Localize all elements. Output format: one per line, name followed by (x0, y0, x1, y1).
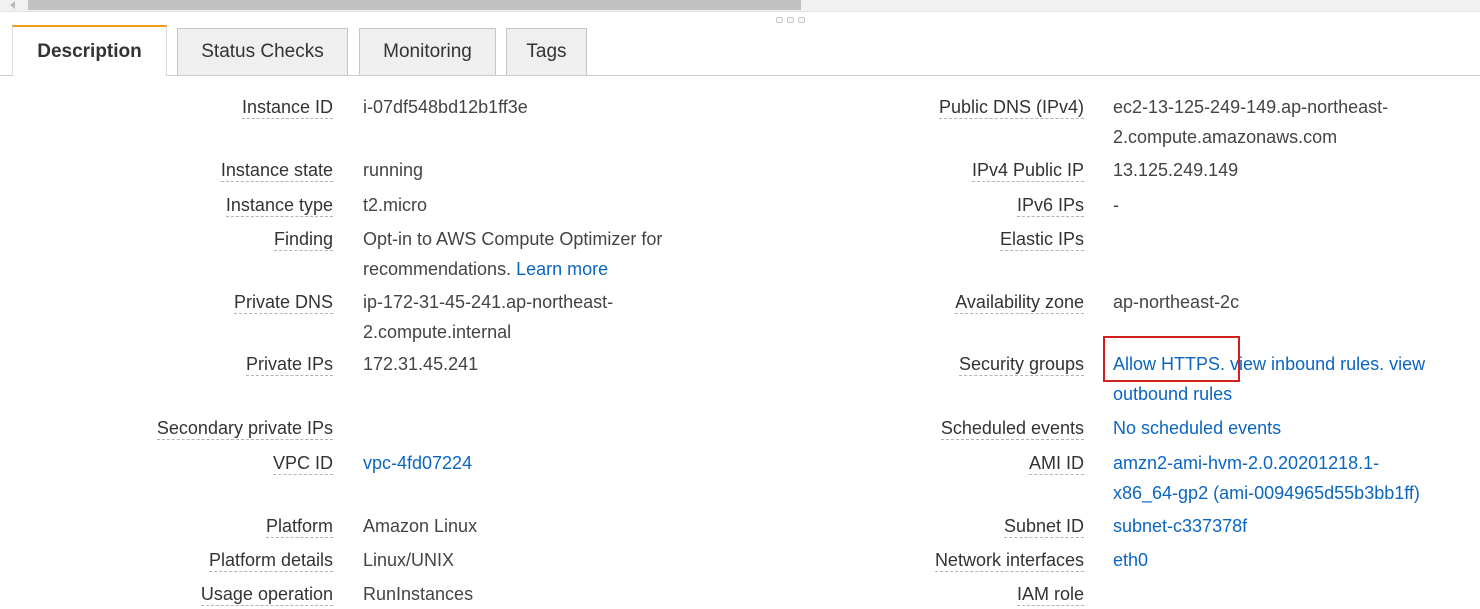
public-dns-line2: 2.compute.amazonaws.com (1113, 127, 1338, 147)
private-ips-label: Private IPs (245, 354, 333, 376)
grip-dot (798, 17, 805, 23)
vpc-id-link[interactable]: vpc-4fd07224 (363, 453, 472, 473)
instance-id-value: i-07df548bd12b1ff3e (363, 97, 528, 117)
availability-zone-value: ap-northeast-2c (1113, 292, 1240, 312)
vpc-id-label: VPC ID (272, 453, 333, 475)
ami-id-value: amzn2-ami-hvm-2.0.20201218.1- x86_64-gp2… (1113, 448, 1420, 508)
scroll-left-arrow-icon[interactable] (10, 1, 15, 9)
finding-label: Finding (273, 229, 333, 251)
ipv6-ips-value: - (1113, 195, 1119, 215)
network-interfaces-value: eth0 (1113, 545, 1148, 575)
instance-state-value: running (363, 160, 424, 180)
scheduled-events-value: No scheduled events (1113, 413, 1281, 443)
horizontal-scrollbar[interactable] (0, 0, 1480, 12)
security-group-link[interactable]: Allow HTTPS. (1113, 354, 1225, 374)
usage-operation-value: RunInstances (363, 584, 474, 604)
ami-id-link-line2[interactable]: x86_64-gp2 (ami-0094965d55b3bb1ff) (1113, 478, 1420, 508)
tab-status-checks[interactable]: Status Checks (177, 28, 348, 75)
instance-type-label: Instance type (225, 195, 333, 217)
elastic-ips-label: Elastic IPs (999, 229, 1084, 251)
tabs-divider (0, 75, 1480, 76)
security-groups-label: Security groups (958, 354, 1084, 376)
security-groups-line2: outbound rules (1113, 379, 1425, 409)
view-inbound-rules-link[interactable]: view inbound rules. (1230, 354, 1384, 374)
usage-operation-label: Usage operation (200, 584, 333, 606)
subnet-id-value: subnet-c337378f (1113, 511, 1247, 541)
ipv6-ips-label: IPv6 IPs (1016, 195, 1084, 217)
finding-text: Opt-in to AWS Compute Optimizer for reco… (363, 229, 663, 279)
security-groups-line1: Allow HTTPS. view inbound rules. view (1113, 349, 1425, 379)
ami-id-link-line1[interactable]: amzn2-ami-hvm-2.0.20201218.1- (1113, 448, 1420, 478)
private-dns-label: Private DNS (233, 292, 333, 314)
private-dns-value: ip-172-31-45-241.ap-northeast- 2.compute… (363, 287, 613, 347)
secondary-private-ips-label: Secondary private IPs (156, 418, 333, 440)
public-dns-value: ec2-13-125-249-149.ap-northeast- 2.compu… (1113, 92, 1388, 152)
view-outbound-rules-link-start[interactable]: view (1389, 354, 1425, 374)
learn-more-link[interactable]: Learn more (516, 259, 608, 279)
resize-grip-icon[interactable] (776, 17, 805, 23)
platform-label: Platform (265, 516, 333, 538)
scrollbar-thumb[interactable] (28, 0, 801, 10)
private-dns-line2: 2.compute.internal (363, 322, 512, 342)
view-outbound-rules-link[interactable]: outbound rules (1113, 384, 1232, 404)
ipv4-public-ip-value: 13.125.249.149 (1113, 160, 1239, 180)
grip-dot (776, 17, 783, 23)
instance-type-value: t2.micro (363, 195, 428, 215)
security-groups-value: Allow HTTPS. view inbound rules. view ou… (1113, 349, 1425, 409)
ipv4-public-ip-label: IPv4 Public IP (971, 160, 1084, 182)
vpc-id-value: vpc-4fd07224 (363, 448, 472, 478)
tab-tags[interactable]: Tags (506, 28, 587, 75)
platform-details-label: Platform details (208, 550, 333, 572)
instance-id-label: Instance ID (241, 97, 333, 119)
detail-tabs: Description Status Checks Monitoring Tag… (0, 25, 1480, 76)
instance-state-label: Instance state (220, 160, 333, 182)
iam-role-label: IAM role (1016, 584, 1084, 606)
scheduled-events-label: Scheduled events (940, 418, 1084, 440)
private-dns-line1: ip-172-31-45-241.ap-northeast- (363, 292, 614, 312)
grip-dot (787, 17, 794, 23)
scheduled-events-link[interactable]: No scheduled events (1113, 418, 1281, 438)
availability-zone-label: Availability zone (955, 292, 1084, 314)
tab-description[interactable]: Description (12, 25, 167, 76)
network-interface-link[interactable]: eth0 (1113, 550, 1148, 570)
ami-id-label: AMI ID (1028, 453, 1084, 475)
private-ips-value: 172.31.45.241 (363, 354, 479, 374)
network-interfaces-label: Network interfaces (934, 550, 1084, 572)
subnet-id-label: Subnet ID (1003, 516, 1084, 538)
public-dns-line1: ec2-13-125-249-149.ap-northeast- (1113, 97, 1389, 117)
subnet-id-link[interactable]: subnet-c337378f (1113, 516, 1247, 536)
tab-monitoring[interactable]: Monitoring (359, 28, 496, 75)
finding-value: Opt-in to AWS Compute Optimizer for reco… (363, 224, 708, 284)
platform-value: Amazon Linux (363, 516, 478, 536)
public-dns-label: Public DNS (IPv4) (938, 97, 1084, 119)
platform-details-value: Linux/UNIX (363, 550, 455, 570)
